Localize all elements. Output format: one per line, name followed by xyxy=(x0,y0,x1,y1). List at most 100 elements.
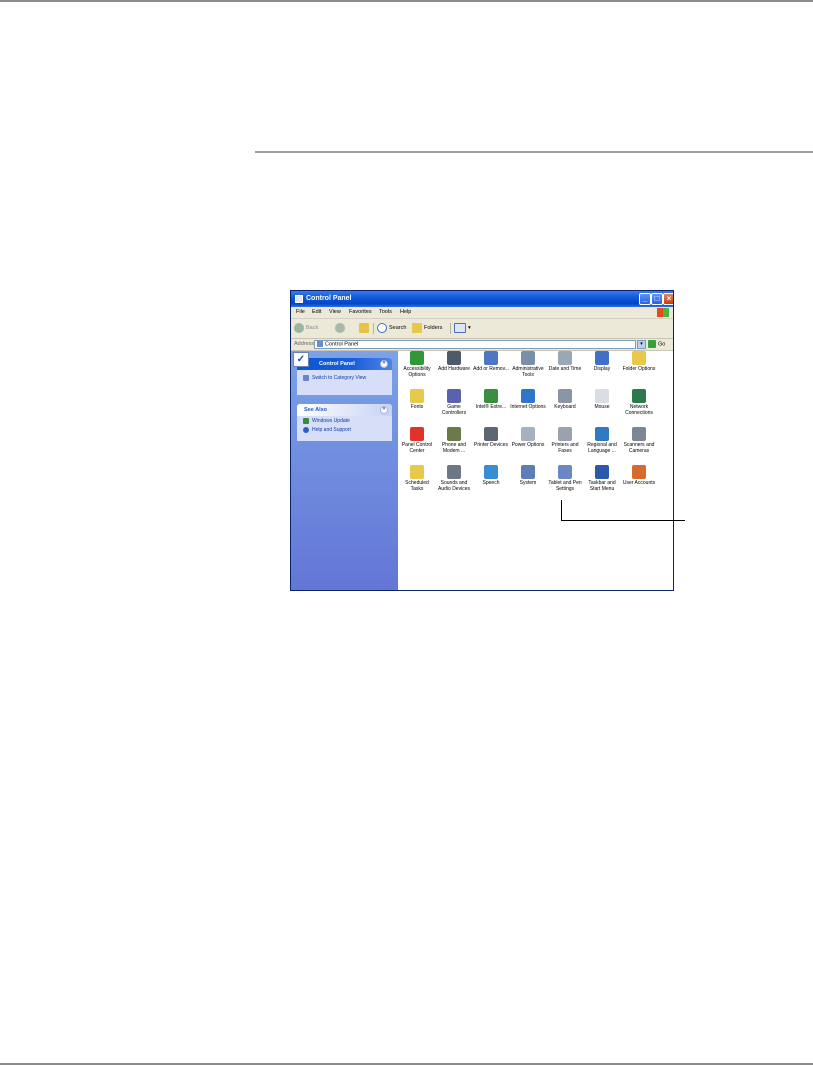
menu-file[interactable]: File xyxy=(296,307,305,318)
menu-favorites[interactable]: Favorites xyxy=(349,307,372,318)
control-panel-item[interactable]: Add Hardware xyxy=(436,351,472,372)
go-arrow-icon xyxy=(648,340,656,348)
control-panel-item[interactable]: System xyxy=(510,465,546,486)
control-panel-item[interactable]: Administrative Tools xyxy=(510,351,546,378)
applet-icon xyxy=(632,351,646,365)
control-panel-icon xyxy=(295,295,303,303)
applet-icon xyxy=(410,351,424,365)
applet-label: Game Controllers xyxy=(441,404,467,416)
control-panel-item[interactable]: Accessibility Options xyxy=(399,351,435,378)
go-button[interactable]: Go xyxy=(648,340,665,349)
menu-view[interactable]: View xyxy=(329,307,341,318)
control-panel-item[interactable]: Taskbar and Start Menu xyxy=(584,465,620,492)
applet-label: Accessibility Options xyxy=(403,366,431,378)
callout-line xyxy=(561,520,685,521)
control-panel-item[interactable]: Regional and Language ... xyxy=(584,427,620,454)
control-panel-item[interactable]: Internet Options xyxy=(510,389,546,410)
applet-icon xyxy=(558,389,572,403)
applet-label: Printers and Faxes xyxy=(551,442,579,454)
up-folder-button[interactable] xyxy=(359,322,371,335)
help-support-link[interactable]: Help and Support xyxy=(297,425,392,436)
applet-icon xyxy=(558,351,572,365)
control-panel-item[interactable]: Game Controllers xyxy=(436,389,472,416)
close-button[interactable]: × xyxy=(663,293,673,305)
applet-label: Tablet and Pen Settings xyxy=(548,480,582,492)
collapse-chevron-icon[interactable]: ^ xyxy=(380,406,388,414)
address-label: Address xyxy=(294,341,315,347)
search-button[interactable]: Search xyxy=(377,322,406,335)
address-field[interactable]: Control Panel xyxy=(314,340,636,349)
window-title: Control Panel xyxy=(306,295,352,302)
section-rule xyxy=(255,151,813,153)
folders-button[interactable]: Folders xyxy=(412,322,442,335)
forward-button[interactable] xyxy=(335,322,347,335)
address-dropdown-button[interactable]: ▾ xyxy=(637,340,646,349)
switch-category-view-label: Switch to Category View xyxy=(312,375,367,381)
applet-label: Phone and Modem ... xyxy=(441,442,467,454)
menu-bar: File Edit View Favorites Tools Help xyxy=(291,307,673,319)
control-panel-item[interactable]: Display xyxy=(584,351,620,372)
see-also-box-header[interactable]: See Also ^ xyxy=(297,404,392,416)
applet-label: Fonts xyxy=(410,404,424,410)
views-icon xyxy=(454,322,466,333)
minimize-button[interactable]: _ xyxy=(639,293,651,305)
control-panel-item[interactable]: Date and Time xyxy=(547,351,583,372)
control-panel-icon xyxy=(317,341,323,347)
applet-icon xyxy=(595,427,609,441)
control-panel-box-title: Control Panel xyxy=(319,361,355,367)
applet-icon xyxy=(632,389,646,403)
control-panel-item[interactable]: User Accounts xyxy=(621,465,657,486)
control-panel-item[interactable]: Scheduled Tasks xyxy=(399,465,435,492)
menu-edit[interactable]: Edit xyxy=(312,307,321,318)
control-panel-item[interactable]: Add or Remov... xyxy=(473,351,509,372)
applet-icon xyxy=(521,465,535,479)
windows-logo-icon xyxy=(657,308,669,317)
control-panel-item[interactable]: Speech xyxy=(473,465,509,486)
applet-icon xyxy=(558,465,572,479)
switch-view-icon xyxy=(303,374,309,381)
task-pane: ✓ Control Panel ^ Switch to Category Vie… xyxy=(291,351,398,590)
control-panel-item[interactable]: Keyboard xyxy=(547,389,583,410)
views-button[interactable]: ▾ xyxy=(454,322,471,335)
applet-label: Scheduled Tasks xyxy=(405,480,429,492)
applet-label: Internet Options xyxy=(510,404,546,410)
control-panel-item[interactable]: Network Connections xyxy=(621,389,657,416)
control-panel-box-header[interactable]: ✓ Control Panel ^ xyxy=(293,352,392,370)
control-panel-item[interactable]: Phone and Modem ... xyxy=(436,427,472,454)
maximize-button[interactable]: □ xyxy=(651,293,663,305)
toolbar: Back Search Folders ▾ xyxy=(291,319,673,339)
control-panel-item[interactable]: Power Options xyxy=(510,427,546,448)
control-panel-box: ✓ Control Panel ^ Switch to Category Vie… xyxy=(293,352,392,395)
applet-label: Display xyxy=(593,366,611,372)
applet-label: System xyxy=(519,480,537,486)
applet-icon xyxy=(484,389,498,403)
applet-icon xyxy=(447,351,461,365)
control-panel-item[interactable]: Scanners and Cameras xyxy=(621,427,657,454)
control-panel-item[interactable]: Panel Control Center xyxy=(399,427,435,454)
back-button[interactable]: Back xyxy=(294,322,318,335)
applet-label: Regional and Language ... xyxy=(587,442,617,454)
windows-update-icon xyxy=(303,417,309,424)
control-panel-item[interactable]: Printer Devices xyxy=(473,427,509,448)
control-panel-item[interactable]: Printers and Faxes xyxy=(547,427,583,454)
control-panel-item[interactable]: Intel® Extre... xyxy=(473,389,509,410)
callout-line xyxy=(561,500,562,521)
control-panel-item[interactable]: Tablet and Pen Settings xyxy=(547,465,583,492)
collapse-chevron-icon[interactable]: ^ xyxy=(380,360,388,368)
applet-label: Scanners and Cameras xyxy=(623,442,655,454)
control-panel-item[interactable]: Folder Options xyxy=(621,351,657,372)
toolbar-separator xyxy=(450,323,451,334)
applet-label: Date and Time xyxy=(548,366,582,372)
switch-category-view-link[interactable]: Switch to Category View xyxy=(297,373,392,384)
title-bar[interactable]: Control Panel _ □ × xyxy=(291,291,673,307)
control-panel-item[interactable]: Mouse xyxy=(584,389,620,410)
control-panel-item[interactable]: Sounds and Audio Devices xyxy=(436,465,472,492)
menu-help[interactable]: Help xyxy=(400,307,411,318)
toolbar-separator xyxy=(373,323,374,334)
applet-icon xyxy=(632,427,646,441)
control-panel-item[interactable]: Fonts xyxy=(399,389,435,410)
applet-label: Power Options xyxy=(511,442,545,448)
applet-icon xyxy=(558,427,572,441)
applet-label: Network Connections xyxy=(625,404,653,416)
menu-tools[interactable]: Tools xyxy=(379,307,392,318)
